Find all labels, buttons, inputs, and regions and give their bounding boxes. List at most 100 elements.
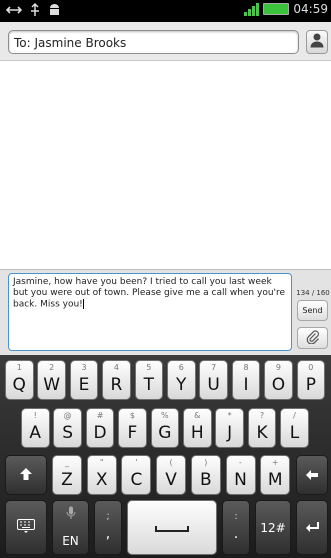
contact-picker-button[interactable]	[306, 30, 328, 54]
key-main-label: Q	[12, 375, 26, 395]
key-sub-label: @	[63, 411, 72, 420]
key-main-label: X	[95, 470, 108, 490]
key-main-label: M	[267, 470, 283, 490]
key-main-label: N	[234, 470, 247, 490]
recipient-field[interactable]: To: Jasmine Brooks	[8, 30, 299, 54]
keyboard-icon	[17, 518, 35, 537]
key-b[interactable]: ) B	[190, 455, 221, 495]
key-q[interactable]: 1Q	[5, 360, 34, 400]
key-z[interactable]: _ Z	[52, 455, 82, 495]
key-main-label: S	[62, 423, 74, 443]
key-main-label: R	[110, 375, 123, 395]
comma-key[interactable]: ; ,	[94, 500, 122, 555]
key-l[interactable]: / L	[280, 408, 309, 448]
key-sub-label: 4	[113, 363, 119, 372]
key-sub-label: 2	[49, 363, 55, 372]
debug-icon	[30, 2, 40, 21]
key-main-label: D	[93, 423, 107, 443]
key-sub-label: -	[239, 458, 242, 467]
key-sub-label: $	[129, 411, 135, 420]
key-sub-label: 1	[16, 363, 22, 372]
key-main-label: V	[165, 470, 177, 490]
key-y[interactable]: 6Y	[167, 360, 196, 400]
key-sub-label: )	[204, 458, 208, 467]
comma-key-sub: ;	[106, 511, 110, 522]
enter-key[interactable]	[296, 500, 328, 555]
character-counter: 134 / 160	[296, 289, 330, 297]
key-sub-label: _	[65, 458, 69, 467]
key-main-label: B	[199, 470, 212, 490]
space-key[interactable]	[127, 500, 217, 555]
key-n[interactable]: -N	[225, 455, 256, 495]
language-label: EN	[62, 534, 79, 548]
key-s[interactable]: @ S	[53, 408, 82, 448]
soft-keyboard: 1Q2W3E4R5T6Y7U8I9O0P ! A @ S # D $ F% G & H * J? K / L …	[0, 355, 331, 558]
key-sub-label: 6	[178, 363, 184, 372]
status-right-icons: 04:59	[244, 2, 328, 16]
battery-icon	[263, 3, 290, 15]
compose-panel: Jasmine, how have you been? I tried to c…	[0, 269, 331, 356]
key-c[interactable]: ' C	[121, 455, 152, 495]
key-sub-label: 5	[146, 363, 152, 372]
key-sub-label: *	[227, 411, 232, 420]
key-f[interactable]: $ F	[118, 408, 147, 448]
key-sub-label: "	[99, 458, 104, 467]
space-icon	[155, 518, 189, 537]
comma-key-main: ,	[105, 526, 111, 542]
key-m[interactable]: + M	[260, 455, 291, 495]
key-sub-label: 7	[211, 363, 217, 372]
key-x[interactable]: " X	[86, 455, 117, 495]
key-p[interactable]: 0P	[296, 360, 326, 400]
key-sub-label: #	[96, 411, 104, 420]
key-v[interactable]: (V	[156, 455, 187, 495]
key-g[interactable]: % G	[150, 408, 180, 448]
key-u[interactable]: 7U	[199, 360, 228, 400]
attach-button[interactable]	[297, 327, 328, 349]
key-main-label: Y	[176, 375, 187, 395]
key-sub-label: %	[161, 411, 169, 420]
usb-icon	[5, 3, 23, 21]
key-sub-label: '	[135, 458, 138, 467]
key-h[interactable]: & H	[183, 408, 212, 448]
microphone-icon	[66, 505, 76, 524]
key-a[interactable]: ! A	[21, 408, 50, 448]
period-key-main: .	[233, 526, 239, 542]
paperclip-icon	[306, 329, 320, 348]
key-k[interactable]: ? K	[247, 408, 277, 448]
key-main-label: C	[130, 470, 143, 490]
key-o[interactable]: 9O	[264, 360, 293, 400]
key-t[interactable]: 5T	[134, 360, 164, 400]
shift-key[interactable]	[5, 455, 47, 495]
key-sub-label: !	[33, 411, 37, 420]
period-key-sub: :	[234, 511, 238, 522]
key-w[interactable]: 2W	[37, 360, 66, 400]
clock: 04:59	[293, 2, 328, 16]
signal-icon	[244, 2, 260, 16]
text-cursor	[82, 299, 84, 309]
key-d[interactable]: # D	[85, 408, 115, 448]
key-main-label: O	[271, 375, 286, 395]
period-key[interactable]: : .	[222, 500, 250, 555]
key-main-label: H	[190, 423, 204, 443]
key-sub-label: &	[194, 411, 201, 420]
key-j[interactable]: * J	[215, 408, 244, 448]
key-e[interactable]: 3E	[69, 360, 99, 400]
key-main-label: K	[256, 423, 268, 443]
key-main-label: L	[289, 423, 300, 443]
message-thread	[0, 61, 331, 269]
symbols-key[interactable]: 12#	[255, 500, 291, 555]
status-left-icons	[5, 2, 61, 21]
key-main-label: P	[305, 375, 316, 395]
key-sub-label: ?	[259, 411, 265, 420]
key-i[interactable]: 8I	[231, 360, 261, 400]
message-input[interactable]: Jasmine, how have you been? I tried to c…	[8, 273, 292, 351]
key-main-label: T	[143, 375, 155, 395]
keyboard-settings-key[interactable]	[5, 500, 47, 555]
key-r[interactable]: 4R	[102, 360, 131, 400]
key-sub-label: 0	[308, 363, 314, 372]
send-button[interactable]: Send	[297, 300, 328, 321]
status-bar: 04:59	[0, 0, 331, 22]
backspace-key[interactable]	[296, 455, 328, 495]
language-mic-key[interactable]: EN	[52, 500, 89, 555]
symbols-label: 12#	[260, 520, 286, 535]
